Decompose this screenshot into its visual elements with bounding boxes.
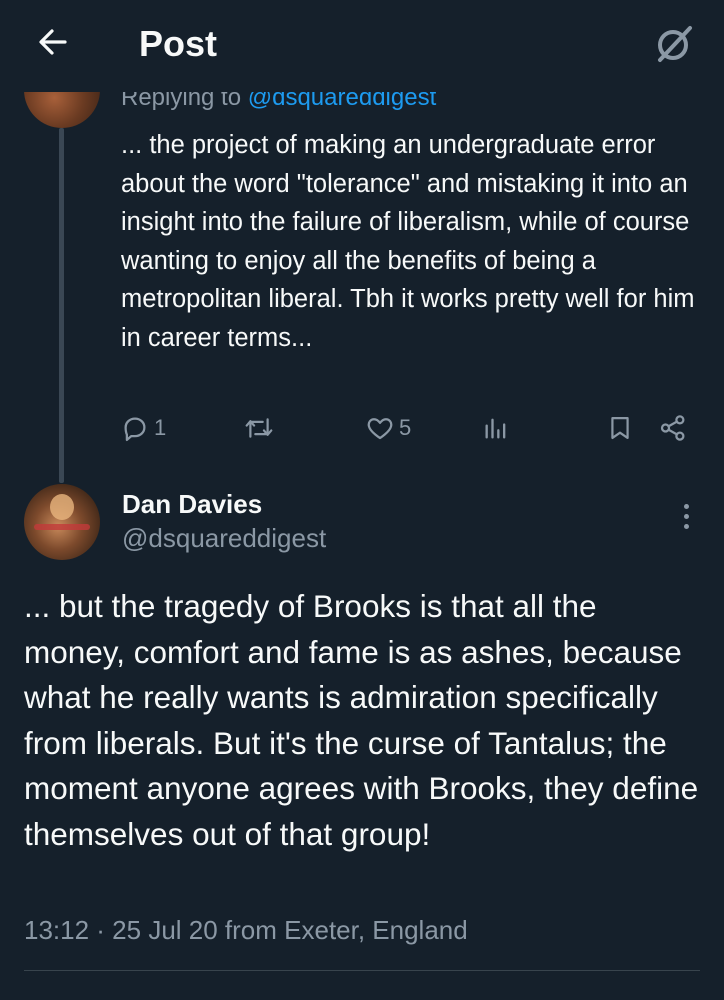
reply-button[interactable]: 1 [120, 408, 166, 448]
author-avatar[interactable] [24, 484, 100, 560]
grok-icon [658, 26, 692, 62]
top-bar: Post [0, 0, 724, 92]
parent-tweet-text: ... the project of making an undergradua… [121, 131, 695, 352]
main-tweet-text: ... but the tragedy of Brooks is that al… [24, 588, 699, 852]
like-count: 5 [399, 415, 412, 440]
tweet-meta: 13:12 · 25 Jul 20 from Exeter, England [24, 915, 468, 945]
reply-count: 1 [154, 415, 167, 440]
reply-icon [124, 417, 146, 441]
more-options-icon[interactable] [672, 498, 700, 534]
share-icon [660, 415, 685, 441]
heart-icon [367, 418, 393, 440]
author-name[interactable]: Dan Davies [122, 488, 262, 520]
avatar-bike [34, 524, 90, 530]
more-dot [683, 503, 689, 509]
more-dot [683, 513, 689, 519]
page-title: Post [139, 23, 218, 64]
avatar-face [50, 494, 74, 520]
retweet-button[interactable] [243, 408, 279, 448]
back-button[interactable] [30, 22, 76, 62]
views-button[interactable] [482, 408, 514, 448]
retweet-icon [245, 418, 273, 438]
share-button[interactable] [658, 408, 688, 448]
arrow-left-icon [39, 29, 67, 55]
bookmark-button[interactable] [606, 408, 634, 448]
divider [24, 970, 700, 971]
analytics-icon [485, 418, 506, 439]
more-dot [683, 523, 689, 529]
bookmark-icon [611, 416, 629, 440]
grok-button[interactable] [650, 20, 698, 68]
like-button[interactable]: 5 [365, 408, 411, 448]
author-handle[interactable]: @dsquareddigest [122, 522, 326, 554]
parent-action-bar: 1 5 [0, 408, 724, 448]
post-page: Replying to @dsquareddigest ... the proj… [0, 0, 724, 1000]
